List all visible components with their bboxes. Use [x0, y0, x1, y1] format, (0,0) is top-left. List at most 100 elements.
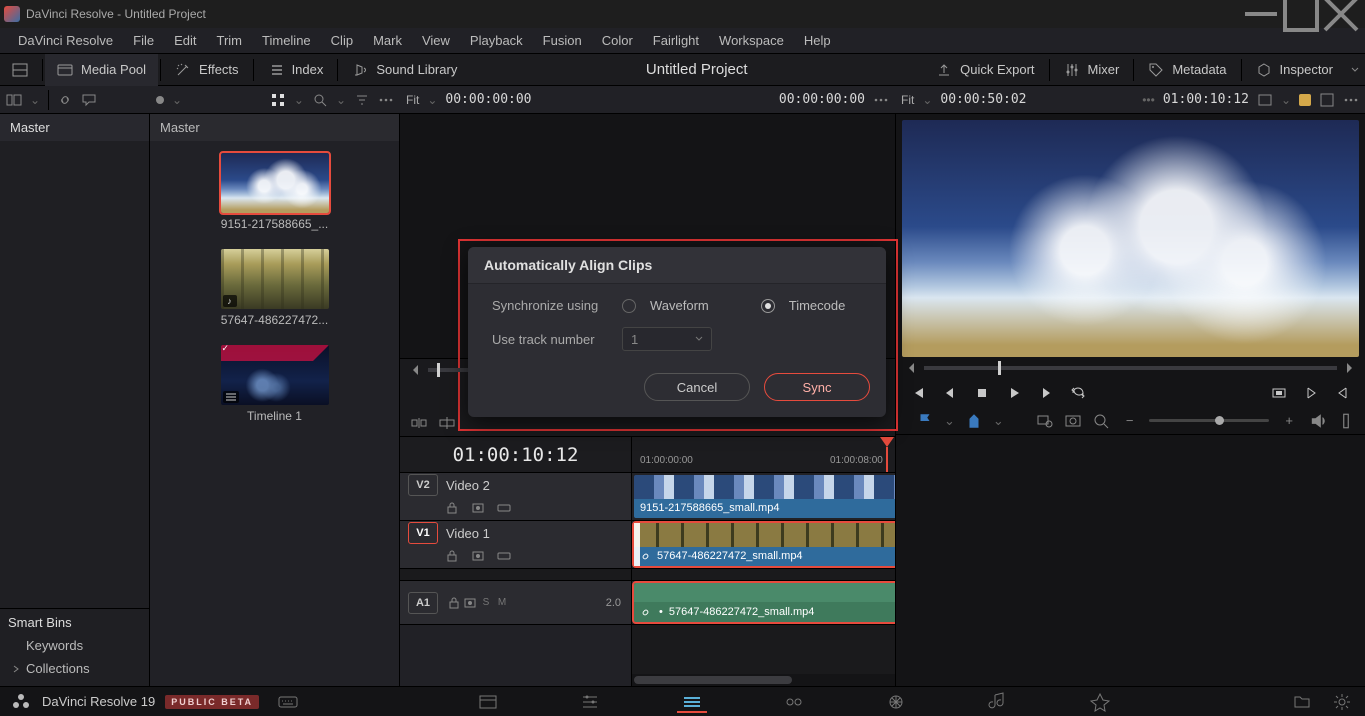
menu-davinci[interactable]: DaVinci Resolve [8, 33, 123, 48]
marker-icon[interactable] [965, 412, 983, 430]
page-cut-icon[interactable] [579, 691, 601, 713]
panel-layout-icon[interactable] [6, 92, 22, 108]
grid-view-icon[interactable] [270, 92, 286, 108]
track-number-select[interactable]: 1 [622, 327, 712, 351]
timeline-ruler[interactable]: 01:00:00:00 01:00:08:00 01:00:16:00 01:0… [632, 437, 895, 473]
clip-thumb[interactable]: ♪ 57647-486227472... [221, 249, 329, 327]
zoom-slider[interactable] [1149, 419, 1269, 422]
auto-select-icon[interactable] [470, 548, 486, 564]
page-fairlight-icon[interactable] [987, 691, 1009, 713]
solo-icon[interactable]: S [478, 595, 494, 611]
sync-button[interactable]: Sync [764, 373, 870, 401]
lock-icon[interactable] [446, 595, 462, 611]
menu-view[interactable]: View [412, 33, 460, 48]
menu-file[interactable]: File [123, 33, 164, 48]
meters-icon[interactable] [1337, 412, 1355, 430]
source-zoom-label[interactable]: Fit [406, 93, 419, 107]
more-icon[interactable] [378, 92, 394, 108]
smartbin-keywords[interactable]: Keywords [8, 634, 141, 657]
safe-area-icon[interactable] [1257, 92, 1273, 108]
lock-icon[interactable] [444, 500, 460, 516]
metadata-button[interactable]: Metadata [1136, 54, 1238, 86]
timeline-audio-clip[interactable]: • 57647-486227472_small.mp4 [634, 583, 895, 622]
cancel-button[interactable]: Cancel [644, 373, 750, 401]
playhead-icon[interactable] [880, 437, 894, 447]
track-header-v2[interactable]: V2 Video 2 [400, 473, 631, 521]
page-edit-icon[interactable] [681, 691, 703, 713]
menu-mark[interactable]: Mark [363, 33, 412, 48]
visible-icon[interactable] [496, 500, 512, 516]
play-icon[interactable] [1006, 385, 1022, 401]
menu-playback[interactable]: Playback [460, 33, 533, 48]
track-badge[interactable]: V2 [408, 474, 438, 496]
topbar-overflow-button[interactable] [1345, 65, 1365, 75]
track-v1[interactable]: 57647-486227472_small.mp4 [632, 521, 895, 569]
first-frame-icon[interactable] [910, 385, 926, 401]
project-manager-icon[interactable] [1291, 691, 1313, 713]
program-zoom-label[interactable]: Fit [901, 93, 914, 107]
minimize-button[interactable] [1241, 0, 1281, 28]
inspector-button[interactable]: Inspector [1244, 54, 1345, 86]
clip-thumb[interactable]: 9151-217588665_... [221, 153, 329, 231]
mark-in-icon[interactable] [1303, 385, 1319, 401]
clip-color-swatch[interactable] [1299, 94, 1311, 106]
track-a1[interactable]: • 57647-486227472_small.mp4 [632, 581, 895, 625]
keyboard-icon[interactable] [277, 691, 299, 713]
insert-icon[interactable] [410, 414, 428, 432]
menu-trim[interactable]: Trim [207, 33, 253, 48]
mark-out-icon[interactable] [1335, 385, 1351, 401]
timeline-scrollbar[interactable] [632, 674, 895, 686]
zoom-custom-icon[interactable] [1092, 412, 1110, 430]
menu-color[interactable]: Color [592, 33, 643, 48]
audio-monitor-icon[interactable] [1309, 412, 1327, 430]
timecode-label[interactable]: Timecode [789, 298, 846, 313]
index-button[interactable]: Index [256, 54, 336, 86]
menu-timeline[interactable]: Timeline [252, 33, 321, 48]
project-settings-icon[interactable] [1331, 691, 1353, 713]
menu-fairlight[interactable]: Fairlight [643, 33, 709, 48]
visible-icon[interactable] [496, 548, 512, 564]
sound-library-button[interactable]: Sound Library [340, 54, 469, 86]
step-back-icon[interactable] [942, 385, 958, 401]
source-viewer[interactable]: Automatically Align Clips Synchronize us… [400, 114, 895, 359]
track-header-v1[interactable]: V1 Video 1 [400, 521, 631, 569]
expand-icon[interactable] [1319, 92, 1335, 108]
close-button[interactable] [1321, 0, 1361, 28]
step-fwd-icon[interactable] [1038, 385, 1054, 401]
pool-path[interactable]: Master [150, 114, 399, 141]
search-icon[interactable] [312, 92, 328, 108]
page-deliver-icon[interactable] [1089, 691, 1111, 713]
timecode-radio[interactable] [761, 299, 775, 313]
clip-edge-in[interactable] [634, 523, 640, 566]
menu-fusion[interactable]: Fusion [533, 33, 592, 48]
loop-icon[interactable] [1070, 385, 1086, 401]
effects-button[interactable]: Effects [163, 54, 251, 86]
stop-icon[interactable] [974, 385, 990, 401]
waveform-radio[interactable] [622, 299, 636, 313]
track-header-a1[interactable]: A1 S M 2.0 [400, 581, 631, 625]
zoom-fit-icon[interactable] [1064, 412, 1082, 430]
page-color-icon[interactable] [885, 691, 907, 713]
auto-select-icon[interactable] [462, 595, 478, 611]
match-frame-icon[interactable] [1271, 385, 1287, 401]
waveform-label[interactable]: Waveform [650, 298, 709, 313]
lock-icon[interactable] [444, 548, 460, 564]
menu-clip[interactable]: Clip [321, 33, 363, 48]
bin-master[interactable]: Master [0, 114, 149, 141]
program-more-icon[interactable] [1343, 92, 1359, 108]
page-media-icon[interactable] [477, 691, 499, 713]
chat-icon[interactable] [81, 92, 97, 108]
media-pool-button[interactable]: Media Pool [45, 54, 158, 86]
mute-icon[interactable]: M [494, 595, 510, 611]
maximize-button[interactable] [1281, 0, 1321, 28]
overwrite-icon[interactable] [438, 414, 456, 432]
track-badge[interactable]: V1 [408, 522, 438, 544]
source-more-icon[interactable] [873, 92, 889, 108]
timeline-clip[interactable]: 57647-486227472_small.mp4 [634, 523, 895, 566]
clip-thumb[interactable]: Timeline 1 [221, 345, 329, 423]
record-icon[interactable] [156, 96, 164, 104]
program-viewer[interactable] [896, 114, 1365, 357]
program-scrub-bar[interactable] [896, 357, 1365, 379]
timeline-clip[interactable]: 9151-217588665_small.mp4 [634, 475, 895, 518]
page-fusion-icon[interactable] [783, 691, 805, 713]
